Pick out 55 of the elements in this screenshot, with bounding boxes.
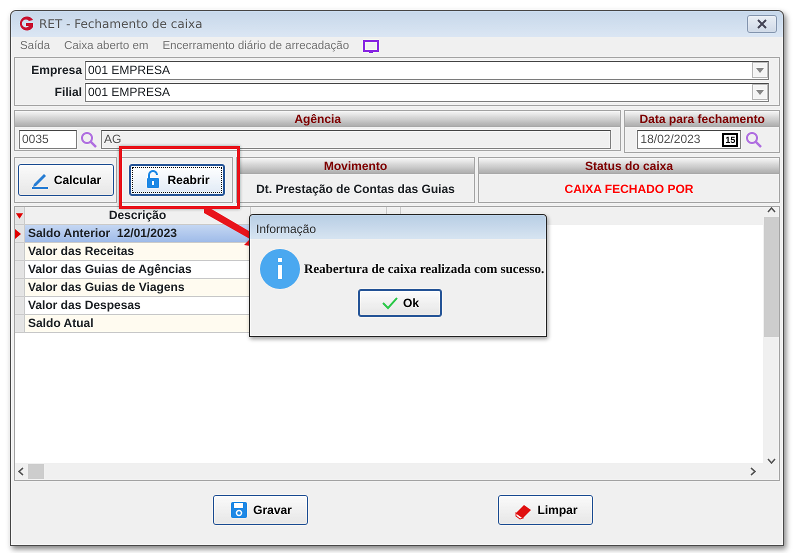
- window-title: RET - Fechamento de caixa: [39, 16, 202, 33]
- footer-button[interactable]: Limpar: [498, 495, 593, 525]
- panel-header: Data para fechamento: [625, 111, 779, 127]
- search-icon: [745, 130, 764, 148]
- grid-row[interactable]: Saldo Anterior 12/01/2023: [25, 225, 251, 243]
- menu-item[interactable]: Caixa aberto em: [64, 38, 148, 56]
- dropdown-arrow-icon: [756, 68, 764, 72]
- date-field[interactable]: 18/02/2023 15: [637, 130, 742, 149]
- dropdown-arrow-icon: [756, 90, 764, 94]
- monitor-icon: [363, 40, 380, 54]
- dialog-title: Informação: [250, 215, 546, 239]
- field-label: Empresa: [30, 62, 84, 79]
- grid-row[interactable]: Saldo Atual: [25, 315, 251, 333]
- date-value: 18/02/2023: [640, 131, 700, 148]
- grid-row[interactable]: Valor das Guias de Viagens: [25, 279, 251, 297]
- panel-header: Movimento: [237, 158, 474, 174]
- close-button[interactable]: [747, 15, 777, 33]
- action-button[interactable]: Reabrir: [128, 164, 224, 196]
- scroll-thumb[interactable]: [764, 217, 778, 337]
- grid-row[interactable]: Valor das Guias de Agências: [25, 261, 251, 279]
- ok-button[interactable]: Ok: [358, 289, 442, 317]
- company-dropdown[interactable]: 001 EMPRESA: [85, 82, 769, 102]
- action-button[interactable]: Calcular: [18, 164, 114, 196]
- horizontal-scrollbar[interactable]: [15, 463, 779, 480]
- scroll-down-icon: [766, 458, 776, 464]
- field-label: Filial: [54, 84, 83, 101]
- vertical-scrollbar[interactable]: [763, 207, 779, 464]
- agency-code-field[interactable]: 0035: [19, 130, 77, 149]
- info-icon: [260, 249, 300, 289]
- row-indicator[interactable]: [15, 225, 25, 243]
- status-text: CAIXA FECHADO POR: [564, 181, 694, 198]
- agency-name-field[interactable]: AG: [101, 130, 611, 149]
- menu-item[interactable]: Encerramento diário de arrecadação: [162, 38, 350, 56]
- logo-icon: [17, 16, 35, 32]
- scroll-thumb[interactable]: [28, 464, 44, 479]
- grid-row[interactable]: Valor das Despesas: [25, 297, 251, 315]
- search-icon: [80, 130, 98, 148]
- panel-header: Status do caixa: [479, 158, 779, 174]
- calendar-button[interactable]: 15: [722, 132, 738, 146]
- dropdown-value: 001 EMPRESA: [88, 62, 170, 79]
- grid-row[interactable]: Valor das Receitas: [25, 243, 251, 261]
- menu-item[interactable]: Saída: [20, 38, 50, 56]
- scroll-right-icon: [750, 467, 756, 476]
- scroll-left-icon: [18, 467, 24, 476]
- scroll-up-icon: [766, 207, 776, 213]
- close-icon: [756, 19, 768, 29]
- panel-header: Agência: [15, 111, 620, 127]
- row-pointer-icon: [15, 228, 21, 238]
- company-dropdown[interactable]: 001 EMPRESA: [85, 60, 769, 80]
- movement-text: Dt. Prestação de Contas das Guias: [255, 181, 456, 198]
- dropdown-value: 001 EMPRESA: [88, 84, 170, 101]
- dialog-message: Reabertura de caixa realizada com sucesso.: [304, 260, 544, 278]
- checkmark-icon: [380, 296, 399, 310]
- footer-button[interactable]: Gravar: [213, 495, 308, 525]
- sort-arrow-icon: [15, 212, 24, 218]
